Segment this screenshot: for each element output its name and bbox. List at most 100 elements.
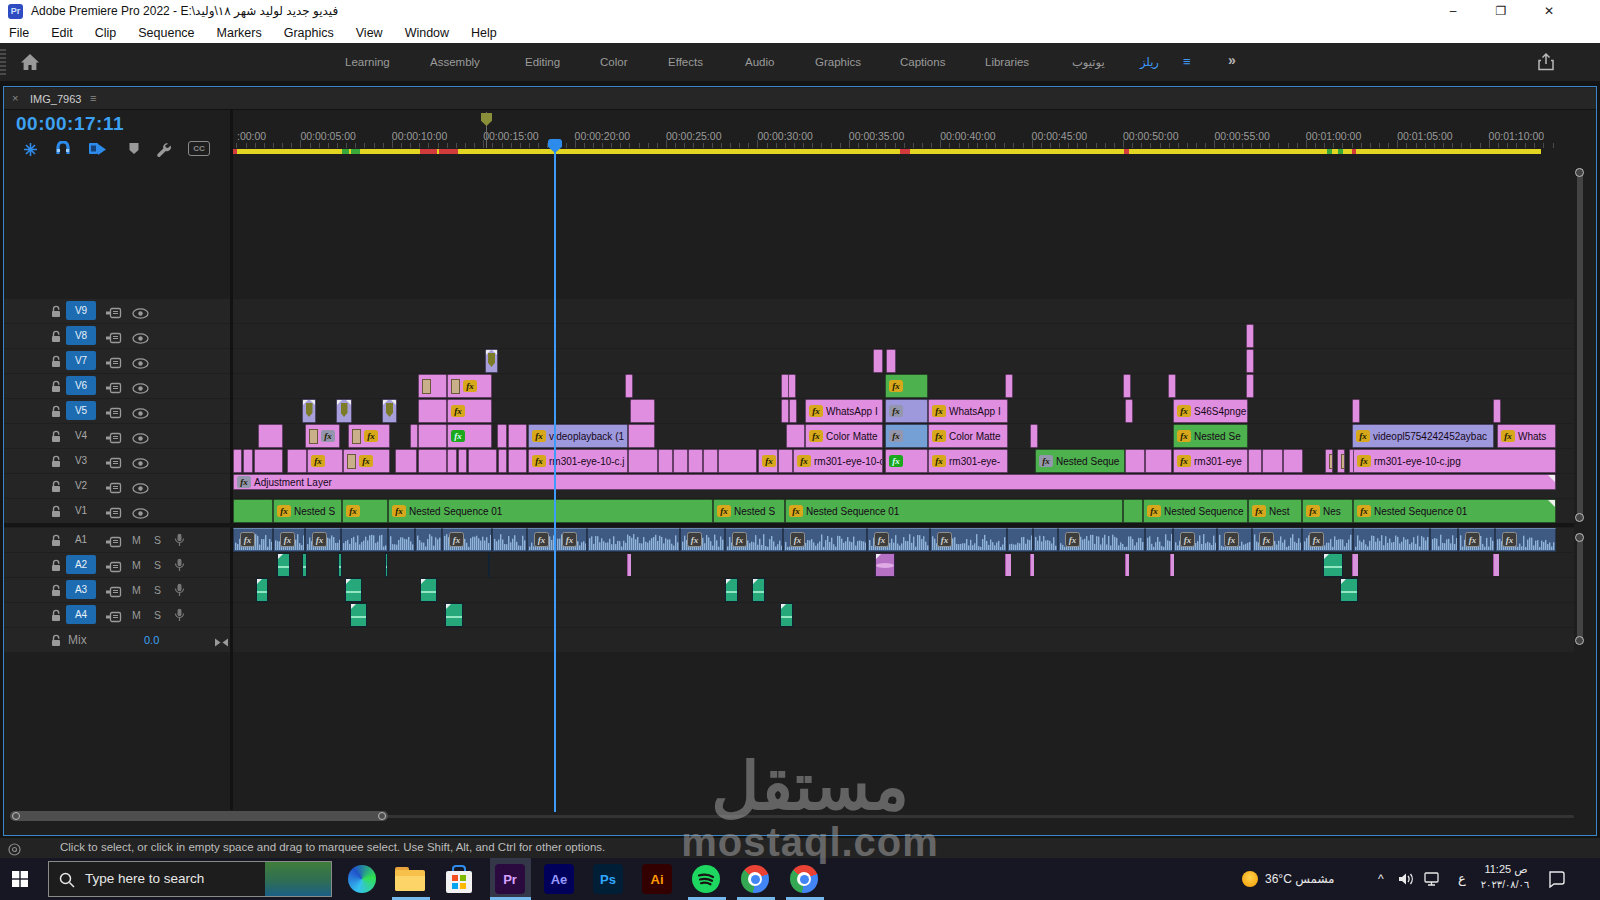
mute-button[interactable]: M: [132, 534, 141, 546]
track-target-a4[interactable]: A4: [66, 605, 96, 624]
track-target-a3[interactable]: A3: [66, 580, 96, 599]
hscroll-handle-left[interactable]: [12, 812, 20, 820]
voiceover-mic-icon[interactable]: [174, 583, 185, 601]
track-target-v8[interactable]: V8: [66, 326, 96, 345]
audio-clip-a1[interactable]: fx: [555, 528, 587, 552]
timeline-clip[interactable]: fx: [758, 449, 778, 473]
source-patch-icon[interactable]: [106, 559, 122, 577]
timeline-clip[interactable]: fxNested S: [713, 499, 785, 523]
audio-clip-a1[interactable]: [1430, 528, 1458, 552]
timeline-clip[interactable]: [781, 399, 789, 423]
timeline-clip[interactable]: [382, 399, 397, 423]
workspace-tab-Graphics[interactable]: Graphics: [815, 43, 861, 81]
timeline-clip[interactable]: [485, 349, 498, 373]
lock-icon[interactable]: [50, 633, 62, 651]
audio-clip-a1[interactable]: fx: [305, 528, 341, 552]
timeline-clip[interactable]: fxNested Sequence 01: [388, 499, 713, 523]
audio-clip-thin[interactable]: [1352, 554, 1358, 576]
audio-clip-a1[interactable]: fx: [1458, 528, 1495, 552]
toggle-track-output-icon[interactable]: [132, 380, 149, 398]
lock-icon[interactable]: [50, 404, 62, 422]
source-patch-icon[interactable]: [106, 609, 122, 627]
taskbar-app-chrome[interactable]: [740, 864, 770, 894]
audio-clip-a1[interactable]: fx: [1058, 528, 1145, 552]
toggle-track-output-icon[interactable]: [132, 505, 149, 523]
panel-tab-title[interactable]: IMG_7963: [30, 93, 81, 105]
toggle-track-output-icon[interactable]: [132, 480, 149, 498]
toggle-track-output-icon[interactable]: [132, 430, 149, 448]
timecode-display[interactable]: 00:00:17:11: [16, 113, 124, 135]
toggle-track-output-icon[interactable]: [132, 305, 149, 323]
timeline-clip[interactable]: fxNested Sequence: [1143, 499, 1248, 523]
audio-clip-a1[interactable]: fx: [1252, 528, 1302, 552]
audio-clip-a1[interactable]: fx: [1217, 528, 1252, 552]
source-patch-icon[interactable]: [106, 584, 122, 602]
mute-button[interactable]: M: [132, 609, 141, 621]
add-marker-icon[interactable]: [128, 141, 140, 159]
timeline-clip[interactable]: fxNest: [1248, 499, 1302, 523]
timeline-clip[interactable]: [233, 449, 242, 473]
taskbar-app-illustrator[interactable]: Ai: [642, 864, 672, 894]
timeline-clip[interactable]: [718, 449, 757, 473]
track-target-v4[interactable]: V4: [66, 426, 96, 445]
lock-icon[interactable]: [50, 429, 62, 447]
keyframe-nav-icon[interactable]: [214, 634, 229, 652]
audio-clip[interactable]: [725, 578, 738, 602]
audio-clip[interactable]: [345, 578, 362, 602]
workspace-tab-Assembly[interactable]: Assembly: [430, 43, 480, 81]
taskbar-app-store[interactable]: [444, 864, 474, 894]
track-target-v3[interactable]: V3: [66, 451, 96, 470]
audio-clip-a1[interactable]: fx: [930, 528, 1007, 552]
solo-button[interactable]: S: [154, 534, 161, 546]
panel-menu-icon[interactable]: ≡: [90, 92, 96, 104]
audio-clip-a1[interactable]: [587, 528, 680, 552]
workspace-menu-icon[interactable]: ≡: [1183, 54, 1191, 69]
menu-file[interactable]: File: [0, 26, 40, 40]
track-target-a1[interactable]: A1: [66, 530, 96, 549]
timeline-clip[interactable]: [628, 424, 655, 448]
source-patch-icon[interactable]: [106, 330, 122, 348]
voiceover-mic-icon[interactable]: [174, 608, 185, 626]
source-patch-icon[interactable]: [106, 534, 122, 552]
timeline-clip[interactable]: [630, 399, 655, 423]
timeline-clip[interactable]: fxNested Se: [1173, 424, 1248, 448]
audio-clip[interactable]: [488, 553, 490, 577]
voiceover-mic-icon[interactable]: [174, 558, 185, 576]
timeline-clip[interactable]: [778, 449, 793, 473]
timeline-clip[interactable]: [458, 449, 467, 473]
search-box[interactable]: Type here to search: [48, 861, 332, 897]
audio-clip-a1[interactable]: fx: [233, 528, 273, 552]
audio-clip[interactable]: [350, 603, 367, 627]
track-target-v7[interactable]: V7: [66, 351, 96, 370]
audio-clip-thin[interactable]: [1170, 554, 1174, 576]
timeline-clip[interactable]: [658, 449, 673, 473]
timeline-clip[interactable]: [1325, 449, 1333, 473]
workspace-tab-Libraries[interactable]: Libraries: [985, 43, 1029, 81]
vscroll-handle-1[interactable]: [1575, 168, 1584, 177]
timeline-clip[interactable]: fxvideoplayback (1: [528, 424, 628, 448]
timeline-clip[interactable]: fxrm301-eye-10-c.jpg: [1353, 449, 1556, 473]
maximize-button[interactable]: ❐: [1486, 0, 1516, 22]
audio-clip[interactable]: [302, 553, 307, 577]
menu-edit[interactable]: Edit: [40, 26, 84, 40]
lock-icon[interactable]: [50, 533, 62, 551]
lock-icon[interactable]: [50, 608, 62, 626]
workspace-tab-Audio[interactable]: Audio: [745, 43, 774, 81]
timeline-clip[interactable]: [1283, 449, 1303, 473]
menu-graphics[interactable]: Graphics: [273, 26, 345, 40]
timeline-clip[interactable]: [233, 499, 273, 523]
hscroll-thumb[interactable]: [10, 811, 388, 821]
taskbar-app-aftereffects[interactable]: Ae: [544, 864, 574, 894]
menu-help[interactable]: Help: [460, 26, 508, 40]
source-patch-icon[interactable]: [106, 480, 122, 498]
linked-selection-icon[interactable]: [88, 141, 108, 160]
export-icon[interactable]: [1536, 52, 1556, 76]
mute-button[interactable]: M: [132, 584, 141, 596]
toggle-track-output-icon[interactable]: [132, 330, 149, 348]
audio-clip-a1[interactable]: [341, 528, 388, 552]
timeline-clip[interactable]: [1125, 399, 1133, 423]
timeline-clip[interactable]: fxNested Seque: [1035, 449, 1125, 473]
audio-clip-thin[interactable]: [1493, 554, 1499, 576]
settings-wrench-icon[interactable]: [155, 141, 172, 162]
audio-clip-thin[interactable]: [1030, 554, 1034, 576]
